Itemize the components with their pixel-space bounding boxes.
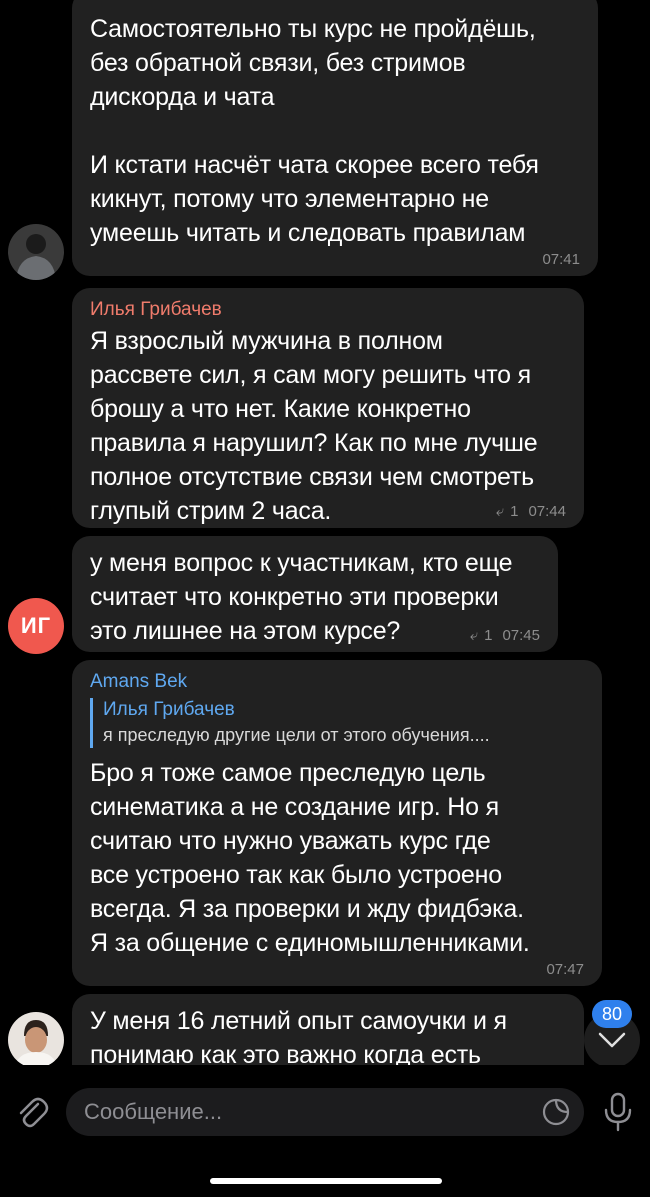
avatar[interactable]: ИГ <box>8 598 64 654</box>
reply-quote[interactable]: Илья Грибачев я преследую другие цели от… <box>90 698 584 748</box>
home-indicator <box>210 1178 442 1184</box>
paperclip-icon <box>19 1097 49 1128</box>
sender-name[interactable]: Илья Грибачев <box>90 298 566 322</box>
message-input-placeholder: Сообщение... <box>84 1099 223 1124</box>
message-meta: ⤶ 1 07:44 <box>496 503 566 520</box>
message-meta: ⤶ 1 07:45 <box>470 627 540 644</box>
message-time: 07:45 <box>502 627 540 644</box>
message-bubble[interactable]: Илья Грибачев Я взрослый мужчина в полно… <box>72 288 584 528</box>
unread-badge[interactable]: 80 <box>592 1000 632 1028</box>
message-meta: 07:47 <box>546 961 584 978</box>
attach-button[interactable] <box>14 1092 50 1132</box>
message-time: 07:47 <box>546 961 584 978</box>
chevron-down-icon <box>598 1032 626 1048</box>
message-text: Самостоятельно ты курс не пройдёшь, без … <box>90 15 539 247</box>
message-bubble[interactable]: Самостоятельно ты курс не пройдёшь, без … <box>72 0 598 276</box>
reply-count-icon[interactable]: ⤶ <box>496 503 504 520</box>
message-time: 07:44 <box>528 503 566 520</box>
message-text: Бро я тоже самое преследую цель синемати… <box>90 759 530 957</box>
message-time: 07:41 <box>542 251 580 268</box>
quote-author: Илья Грибачев <box>103 699 235 720</box>
message-meta: 07:41 <box>542 251 580 268</box>
reply-count[interactable]: 1 <box>484 627 492 644</box>
message-bubble[interactable]: у меня вопрос к участникам, кто еще счит… <box>72 536 558 652</box>
microphone-button[interactable] <box>600 1090 636 1134</box>
sender-name[interactable]: Amans Bek <box>90 670 584 694</box>
reply-count[interactable]: 1 <box>510 503 518 520</box>
sticker-button[interactable] <box>540 1096 572 1128</box>
avatar[interactable] <box>8 1012 64 1068</box>
sticker-icon <box>542 1098 570 1126</box>
message-input[interactable]: Сообщение... <box>66 1088 584 1136</box>
message-bubble[interactable]: Amans Bek Илья Грибачев я преследую друг… <box>72 660 602 986</box>
avatar-initials: ИГ <box>20 613 52 638</box>
avatar[interactable] <box>8 224 64 280</box>
microphone-icon <box>604 1092 632 1132</box>
quote-text: я преследую другие цели от этого обучени… <box>103 725 490 745</box>
message-text: Я взрослый мужчина в полном рассвете сил… <box>90 327 538 525</box>
reply-count-icon[interactable]: ⤶ <box>470 627 478 644</box>
